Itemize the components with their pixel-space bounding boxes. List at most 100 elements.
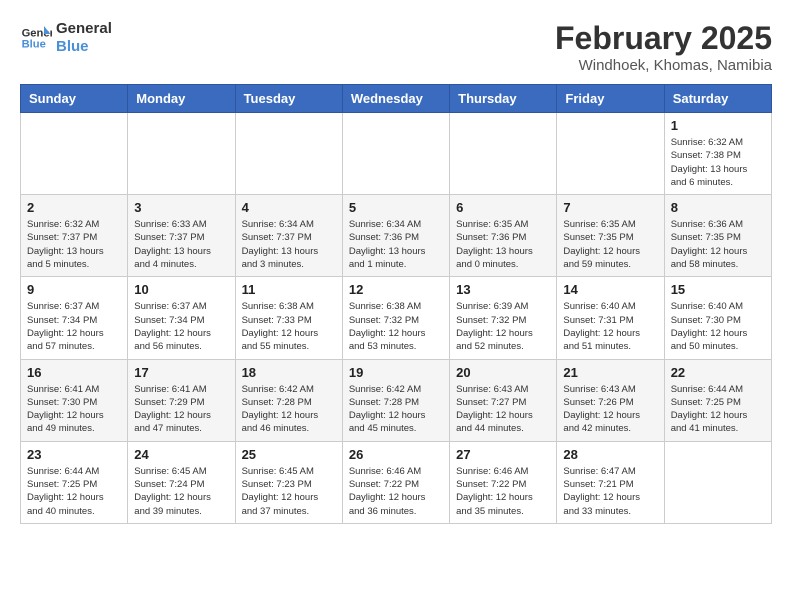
day-number: 27	[456, 447, 550, 462]
day-number: 18	[242, 365, 336, 380]
calendar-cell: 12 Sunrise: 6:38 AM Sunset: 7:32 PM Dayli…	[342, 277, 449, 359]
day-info: Sunrise: 6:33 AM Sunset: 7:37 PM Dayligh…	[134, 218, 228, 271]
day-number: 6	[456, 200, 550, 215]
day-info: Sunrise: 6:38 AM Sunset: 7:33 PM Dayligh…	[242, 300, 336, 353]
day-number: 22	[671, 365, 765, 380]
calendar-week-row: 16 Sunrise: 6:41 AM Sunset: 7:30 PM Dayli…	[21, 359, 772, 441]
calendar-day-header: Sunday	[21, 85, 128, 113]
logo: General Blue General Blue	[20, 20, 112, 56]
calendar-cell: 8 Sunrise: 6:36 AM Sunset: 7:35 PM Daylig…	[664, 195, 771, 277]
calendar-cell: 14 Sunrise: 6:40 AM Sunset: 7:31 PM Dayli…	[557, 277, 664, 359]
page-subtitle: Windhoek, Khomas, Namibia	[555, 57, 772, 74]
day-number: 11	[242, 282, 336, 297]
calendar-cell	[235, 113, 342, 195]
day-number: 12	[349, 282, 443, 297]
calendar-week-row: 2 Sunrise: 6:32 AM Sunset: 7:37 PM Daylig…	[21, 195, 772, 277]
day-info: Sunrise: 6:46 AM Sunset: 7:22 PM Dayligh…	[456, 465, 550, 518]
day-number: 7	[563, 200, 657, 215]
calendar-cell: 20 Sunrise: 6:43 AM Sunset: 7:27 PM Dayli…	[450, 359, 557, 441]
calendar-cell	[342, 113, 449, 195]
calendar-day-header: Wednesday	[342, 85, 449, 113]
logo-blue: Blue	[56, 38, 112, 56]
day-number: 8	[671, 200, 765, 215]
day-info: Sunrise: 6:32 AM Sunset: 7:37 PM Dayligh…	[27, 218, 121, 271]
calendar-cell: 3 Sunrise: 6:33 AM Sunset: 7:37 PM Daylig…	[128, 195, 235, 277]
day-info: Sunrise: 6:36 AM Sunset: 7:35 PM Dayligh…	[671, 218, 765, 271]
title-block: February 2025 Windhoek, Khomas, Namibia	[555, 20, 772, 74]
logo-icon: General Blue	[20, 22, 52, 54]
day-info: Sunrise: 6:44 AM Sunset: 7:25 PM Dayligh…	[27, 465, 121, 518]
day-number: 20	[456, 365, 550, 380]
day-info: Sunrise: 6:34 AM Sunset: 7:37 PM Dayligh…	[242, 218, 336, 271]
calendar-cell: 24 Sunrise: 6:45 AM Sunset: 7:24 PM Dayli…	[128, 441, 235, 523]
page-header: General Blue General Blue February 2025 …	[20, 20, 772, 74]
day-info: Sunrise: 6:37 AM Sunset: 7:34 PM Dayligh…	[27, 300, 121, 353]
day-number: 5	[349, 200, 443, 215]
calendar-day-header: Saturday	[664, 85, 771, 113]
page-title: February 2025	[555, 20, 772, 57]
day-number: 28	[563, 447, 657, 462]
calendar-cell: 19Sunrise: 6:42 AM Sunset: 7:28 PM Dayli…	[342, 359, 449, 441]
day-info: Sunrise: 6:45 AM Sunset: 7:23 PM Dayligh…	[242, 465, 336, 518]
calendar-cell: 4 Sunrise: 6:34 AM Sunset: 7:37 PM Daylig…	[235, 195, 342, 277]
day-info: Sunrise: 6:38 AM Sunset: 7:32 PM Dayligh…	[349, 300, 443, 353]
svg-text:Blue: Blue	[22, 39, 46, 51]
calendar-table: SundayMondayTuesdayWednesdayThursdayFrid…	[20, 84, 772, 524]
day-number: 17	[134, 365, 228, 380]
day-info: Sunrise: 6:44 AM Sunset: 7:25 PM Dayligh…	[671, 383, 765, 436]
logo-general: General	[56, 20, 112, 38]
calendar-week-row: 9 Sunrise: 6:37 AM Sunset: 7:34 PM Daylig…	[21, 277, 772, 359]
day-info: Sunrise: 6:34 AM Sunset: 7:36 PM Dayligh…	[349, 218, 443, 271]
day-number: 4	[242, 200, 336, 215]
calendar-cell	[664, 441, 771, 523]
day-info: Sunrise: 6:42 AM Sunset: 7:28 PM Dayligh…	[242, 383, 336, 436]
day-number: 10	[134, 282, 228, 297]
day-number: 9	[27, 282, 121, 297]
day-info: Sunrise: 6:40 AM Sunset: 7:31 PM Dayligh…	[563, 300, 657, 353]
day-info: Sunrise: 6:41 AM Sunset: 7:30 PM Dayligh…	[27, 383, 121, 436]
day-number: 13	[456, 282, 550, 297]
calendar-week-row: 1Sunrise: 6:32 AM Sunset: 7:38 PM Daylig…	[21, 113, 772, 195]
calendar-cell: 16 Sunrise: 6:41 AM Sunset: 7:30 PM Dayli…	[21, 359, 128, 441]
calendar-cell	[450, 113, 557, 195]
day-number: 14	[563, 282, 657, 297]
day-number: 24	[134, 447, 228, 462]
calendar-cell: 27 Sunrise: 6:46 AM Sunset: 7:22 PM Dayli…	[450, 441, 557, 523]
calendar-cell: 23Sunrise: 6:44 AM Sunset: 7:25 PM Dayli…	[21, 441, 128, 523]
calendar-cell	[21, 113, 128, 195]
calendar-cell: 5 Sunrise: 6:34 AM Sunset: 7:36 PM Daylig…	[342, 195, 449, 277]
calendar-day-header: Tuesday	[235, 85, 342, 113]
calendar-day-header: Monday	[128, 85, 235, 113]
calendar-cell: 18 Sunrise: 6:42 AM Sunset: 7:28 PM Dayli…	[235, 359, 342, 441]
day-number: 15	[671, 282, 765, 297]
day-info: Sunrise: 6:45 AM Sunset: 7:24 PM Dayligh…	[134, 465, 228, 518]
day-info: Sunrise: 6:46 AM Sunset: 7:22 PM Dayligh…	[349, 465, 443, 518]
calendar-cell: 11 Sunrise: 6:38 AM Sunset: 7:33 PM Dayli…	[235, 277, 342, 359]
day-info: Sunrise: 6:39 AM Sunset: 7:32 PM Dayligh…	[456, 300, 550, 353]
calendar-week-row: 23Sunrise: 6:44 AM Sunset: 7:25 PM Dayli…	[21, 441, 772, 523]
day-info: Sunrise: 6:35 AM Sunset: 7:36 PM Dayligh…	[456, 218, 550, 271]
day-info: Sunrise: 6:32 AM Sunset: 7:38 PM Dayligh…	[671, 136, 765, 189]
day-info: Sunrise: 6:43 AM Sunset: 7:27 PM Dayligh…	[456, 383, 550, 436]
day-number: 16	[27, 365, 121, 380]
day-number: 25	[242, 447, 336, 462]
calendar-cell: 2 Sunrise: 6:32 AM Sunset: 7:37 PM Daylig…	[21, 195, 128, 277]
calendar-cell: 10Sunrise: 6:37 AM Sunset: 7:34 PM Dayli…	[128, 277, 235, 359]
day-info: Sunrise: 6:41 AM Sunset: 7:29 PM Dayligh…	[134, 383, 228, 436]
calendar-cell: 7 Sunrise: 6:35 AM Sunset: 7:35 PM Daylig…	[557, 195, 664, 277]
calendar-cell: 17 Sunrise: 6:41 AM Sunset: 7:29 PM Dayli…	[128, 359, 235, 441]
calendar-cell: 21Sunrise: 6:43 AM Sunset: 7:26 PM Dayli…	[557, 359, 664, 441]
day-number: 26	[349, 447, 443, 462]
day-number: 3	[134, 200, 228, 215]
calendar-day-header: Thursday	[450, 85, 557, 113]
calendar-day-header: Friday	[557, 85, 664, 113]
calendar-cell: 28Sunrise: 6:47 AM Sunset: 7:21 PM Dayli…	[557, 441, 664, 523]
day-info: Sunrise: 6:35 AM Sunset: 7:35 PM Dayligh…	[563, 218, 657, 271]
day-number: 2	[27, 200, 121, 215]
day-info: Sunrise: 6:42 AM Sunset: 7:28 PM Dayligh…	[349, 383, 443, 436]
calendar-cell: 6 Sunrise: 6:35 AM Sunset: 7:36 PM Daylig…	[450, 195, 557, 277]
calendar-cell: 25 Sunrise: 6:45 AM Sunset: 7:23 PM Dayli…	[235, 441, 342, 523]
day-info: Sunrise: 6:43 AM Sunset: 7:26 PM Dayligh…	[563, 383, 657, 436]
calendar-cell: 15Sunrise: 6:40 AM Sunset: 7:30 PM Dayli…	[664, 277, 771, 359]
calendar-cell	[128, 113, 235, 195]
